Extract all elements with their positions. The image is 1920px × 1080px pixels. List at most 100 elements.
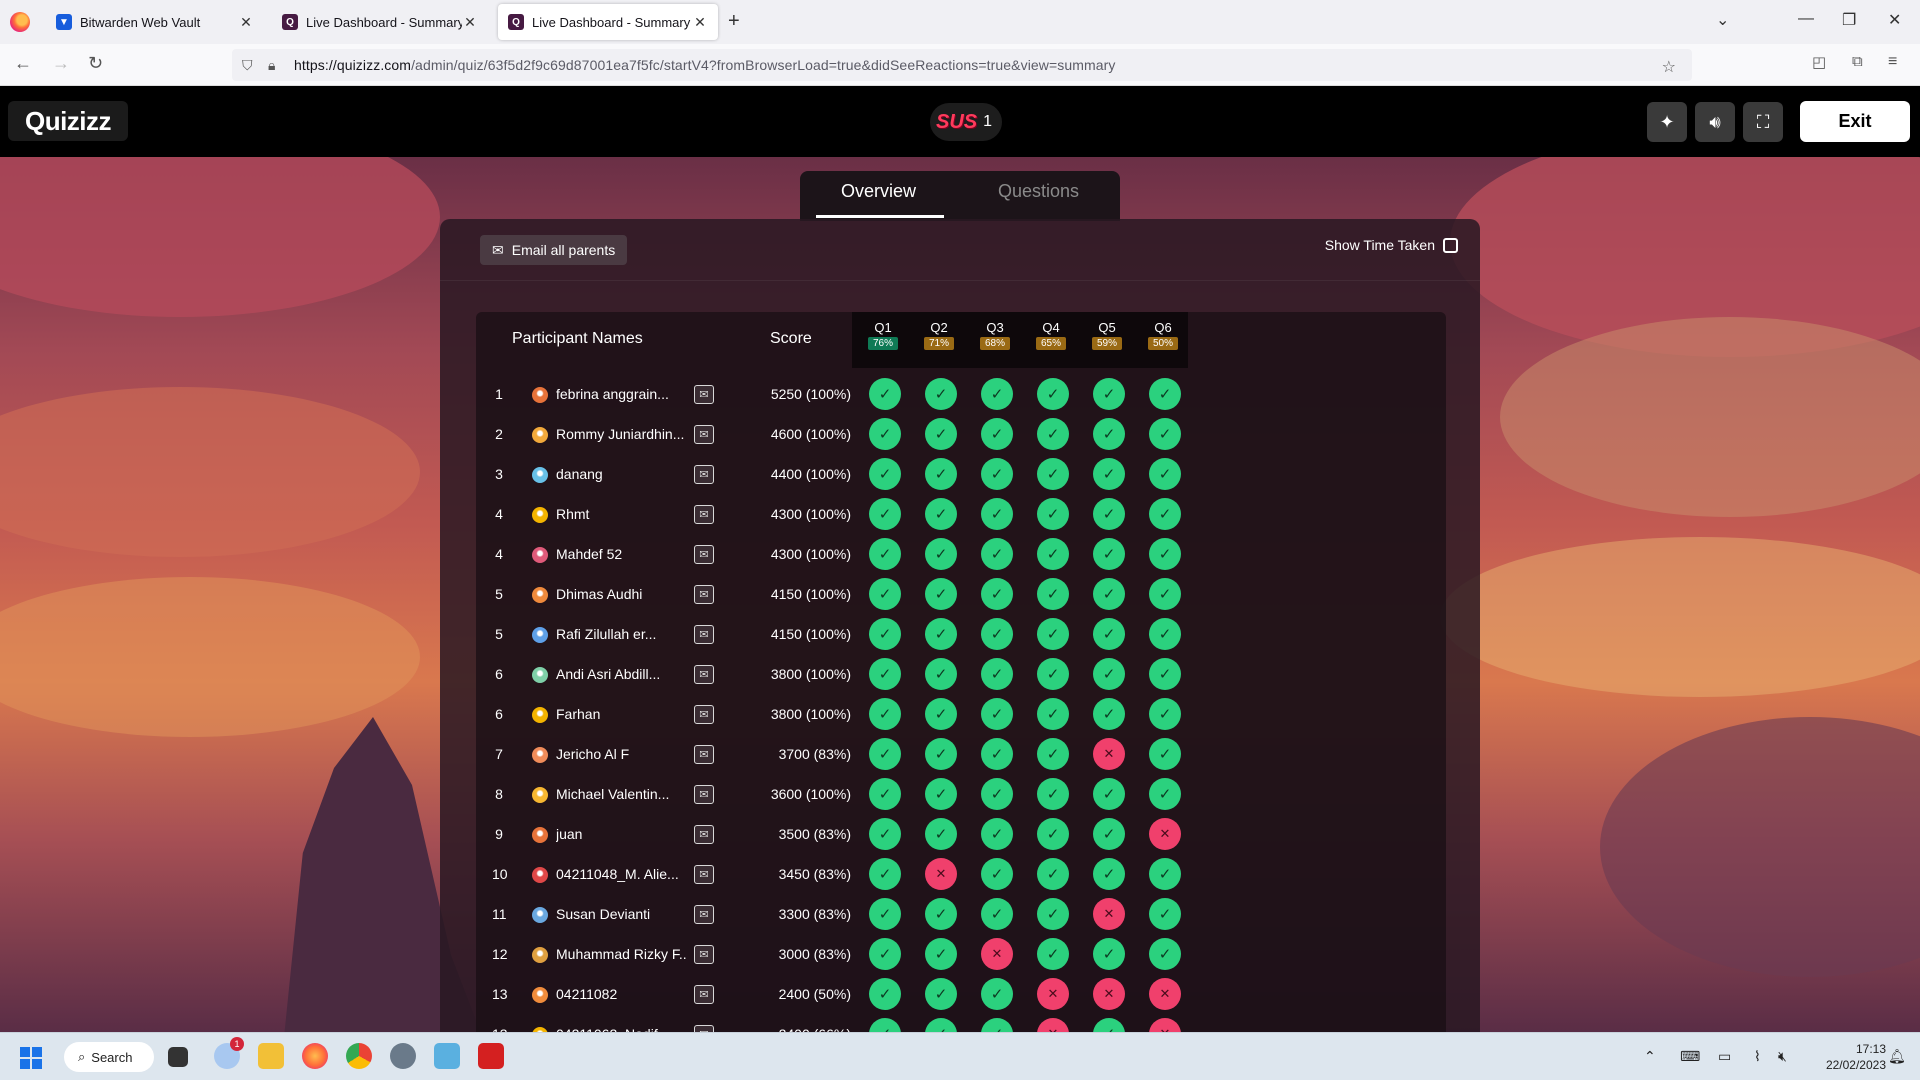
incorrect-cross-icon[interactable]: ✕: [1149, 818, 1181, 850]
correct-check-icon[interactable]: ✓: [925, 538, 957, 570]
correct-check-icon[interactable]: ✓: [925, 418, 957, 450]
correct-check-icon[interactable]: ✓: [1093, 378, 1125, 410]
incorrect-cross-icon[interactable]: ✕: [1093, 978, 1125, 1010]
lock-icon[interactable]: 🔒︎: [268, 57, 275, 74]
correct-check-icon[interactable]: ✓: [1037, 618, 1069, 650]
shield-icon[interactable]: ⛉: [242, 57, 253, 74]
email-parent-button[interactable]: ✉: [694, 665, 714, 684]
email-parent-button[interactable]: ✉: [694, 625, 714, 644]
correct-check-icon[interactable]: ✓: [1037, 778, 1069, 810]
correct-check-icon[interactable]: ✓: [925, 938, 957, 970]
correct-check-icon[interactable]: ✓: [925, 658, 957, 690]
correct-check-icon[interactable]: ✓: [981, 778, 1013, 810]
correct-check-icon[interactable]: ✓: [981, 378, 1013, 410]
participant-name[interactable]: Rommy Juniardhin...: [556, 426, 686, 442]
correct-check-icon[interactable]: ✓: [1037, 418, 1069, 450]
correct-check-icon[interactable]: ✓: [1093, 658, 1125, 690]
question-column-q3[interactable]: Q3 68%: [980, 320, 1010, 350]
correct-check-icon[interactable]: ✓: [869, 698, 901, 730]
correct-check-icon[interactable]: ✓: [869, 498, 901, 530]
correct-check-icon[interactable]: ✓: [1037, 538, 1069, 570]
show-time-taken-toggle[interactable]: Show Time Taken: [1325, 237, 1458, 253]
correct-check-icon[interactable]: ✓: [925, 1018, 957, 1032]
correct-check-icon[interactable]: ✓: [1037, 698, 1069, 730]
email-parent-button[interactable]: ✉: [694, 505, 714, 524]
col-score[interactable]: Score: [770, 330, 812, 348]
show-time-taken-checkbox[interactable]: [1443, 237, 1458, 253]
correct-check-icon[interactable]: ✓: [869, 578, 901, 610]
quiz-badge[interactable]: SUS 1: [930, 103, 1003, 141]
correct-check-icon[interactable]: ✓: [925, 578, 957, 610]
correct-check-icon[interactable]: ✓: [1149, 418, 1181, 450]
correct-check-icon[interactable]: ✓: [1093, 538, 1125, 570]
correct-check-icon[interactable]: ✓: [981, 658, 1013, 690]
correct-check-icon[interactable]: ✓: [1093, 418, 1125, 450]
participant-name[interactable]: Farhan: [556, 706, 686, 722]
browser-tab-dashboard-1[interactable]: Q Live Dashboard - Summary ✕: [272, 4, 488, 40]
email-all-parents-button[interactable]: ✉ Email all parents: [480, 235, 628, 265]
email-parent-button[interactable]: ✉: [694, 585, 714, 604]
address-bar[interactable]: ⛉ 🔒︎ https://quizizz.com/admin/quiz/63f5…: [232, 49, 1692, 81]
tab-overview[interactable]: Overview: [841, 181, 916, 202]
incorrect-cross-icon[interactable]: ✕: [981, 938, 1013, 970]
table-row[interactable]: 1 febrina anggrain... ✉ 5250 (100%) ✓ ✓ ✓ ✓ ✓ ✓: [476, 374, 1446, 414]
table-row[interactable]: 4 Mahdef 52 ✉ 4300 (100%) ✓ ✓ ✓ ✓ ✓ ✓: [476, 534, 1446, 574]
correct-check-icon[interactable]: ✓: [1149, 578, 1181, 610]
menu-icon[interactable]: ≡: [1888, 53, 1897, 71]
email-parent-button[interactable]: ✉: [694, 905, 714, 924]
correct-check-icon[interactable]: ✓: [1093, 458, 1125, 490]
correct-check-icon[interactable]: ✓: [1037, 458, 1069, 490]
correct-check-icon[interactable]: ✓: [869, 738, 901, 770]
table-row[interactable]: 1304211062_Nadif✉2400 (66%)✓✓✓✕✓✕: [476, 1014, 1446, 1032]
correct-check-icon[interactable]: ✓: [1149, 498, 1181, 530]
taskbar-search[interactable]: ⌕ Search: [64, 1042, 154, 1072]
table-row[interactable]: 13 04211082 ✉ 2400 (50%) ✓ ✓ ✓ ✕ ✕ ✕: [476, 974, 1446, 1014]
question-column-q2[interactable]: Q2 71%: [924, 320, 954, 350]
keyboard-icon[interactable]: ⌨: [1680, 1048, 1700, 1065]
chrome-icon[interactable]: [346, 1043, 372, 1069]
clock[interactable]: 17:13 22/02/2023: [1826, 1041, 1886, 1073]
correct-check-icon[interactable]: ✓: [1093, 778, 1125, 810]
email-parent-button[interactable]: ✉: [694, 745, 714, 764]
participant-name[interactable]: Mahdef 52: [556, 546, 686, 562]
table-row[interactable]: 5 Rafi Zilullah er... ✉ 4150 (100%) ✓ ✓ ✓ ✓ ✓ ✓: [476, 614, 1446, 654]
correct-check-icon[interactable]: ✓: [981, 978, 1013, 1010]
restore-icon[interactable]: ❐: [1842, 10, 1856, 30]
table-row[interactable]: 4 Rhmt ✉ 4300 (100%) ✓ ✓ ✓ ✓ ✓ ✓: [476, 494, 1446, 534]
correct-check-icon[interactable]: ✓: [869, 418, 901, 450]
correct-check-icon[interactable]: ✓: [1149, 778, 1181, 810]
correct-check-icon[interactable]: ✓: [1093, 1018, 1125, 1032]
correct-check-icon[interactable]: ✓: [925, 898, 957, 930]
correct-check-icon[interactable]: ✓: [1037, 378, 1069, 410]
correct-check-icon[interactable]: ✓: [981, 498, 1013, 530]
correct-check-icon[interactable]: ✓: [1149, 538, 1181, 570]
participant-name[interactable]: Jericho Al F: [556, 746, 686, 762]
correct-check-icon[interactable]: ✓: [925, 698, 957, 730]
close-window-icon[interactable]: ✕: [1888, 10, 1901, 30]
correct-check-icon[interactable]: ✓: [1149, 738, 1181, 770]
participant-name[interactable]: danang: [556, 466, 686, 482]
correct-check-icon[interactable]: ✓: [1149, 458, 1181, 490]
correct-check-icon[interactable]: ✓: [1093, 698, 1125, 730]
file-explorer-icon[interactable]: [258, 1043, 284, 1069]
correct-check-icon[interactable]: ✓: [925, 498, 957, 530]
snipping-tool-icon[interactable]: [434, 1043, 460, 1069]
participant-name[interactable]: 04211082: [556, 986, 686, 1002]
correct-check-icon[interactable]: ✓: [869, 658, 901, 690]
incorrect-cross-icon[interactable]: ✕: [1149, 978, 1181, 1010]
correct-check-icon[interactable]: ✓: [1037, 498, 1069, 530]
correct-check-icon[interactable]: ✓: [925, 778, 957, 810]
correct-check-icon[interactable]: ✓: [981, 858, 1013, 890]
correct-check-icon[interactable]: ✓: [869, 538, 901, 570]
participant-name[interactable]: Andi Asri Abdill...: [556, 666, 686, 682]
correct-check-icon[interactable]: ✓: [1093, 938, 1125, 970]
table-row[interactable]: 5 Dhimas Audhi ✉ 4150 (100%) ✓ ✓ ✓ ✓ ✓ ✓: [476, 574, 1446, 614]
table-row[interactable]: 12 Muhammad Rizky F... ✉ 3000 (83%) ✓ ✓ ✕ ✓ ✓ ✓: [476, 934, 1446, 974]
close-tab-icon[interactable]: ✕: [692, 14, 708, 31]
firefox-taskbar-icon[interactable]: [302, 1043, 328, 1069]
windows-start-icon[interactable]: [20, 1047, 42, 1069]
table-row[interactable]: 8 Michael Valentin... ✉ 3600 (100%) ✓ ✓ ✓ ✓ ✓ ✓: [476, 774, 1446, 814]
correct-check-icon[interactable]: ✓: [869, 778, 901, 810]
weather-icon[interactable]: 1: [214, 1037, 244, 1069]
participant-name[interactable]: juan: [556, 826, 686, 842]
